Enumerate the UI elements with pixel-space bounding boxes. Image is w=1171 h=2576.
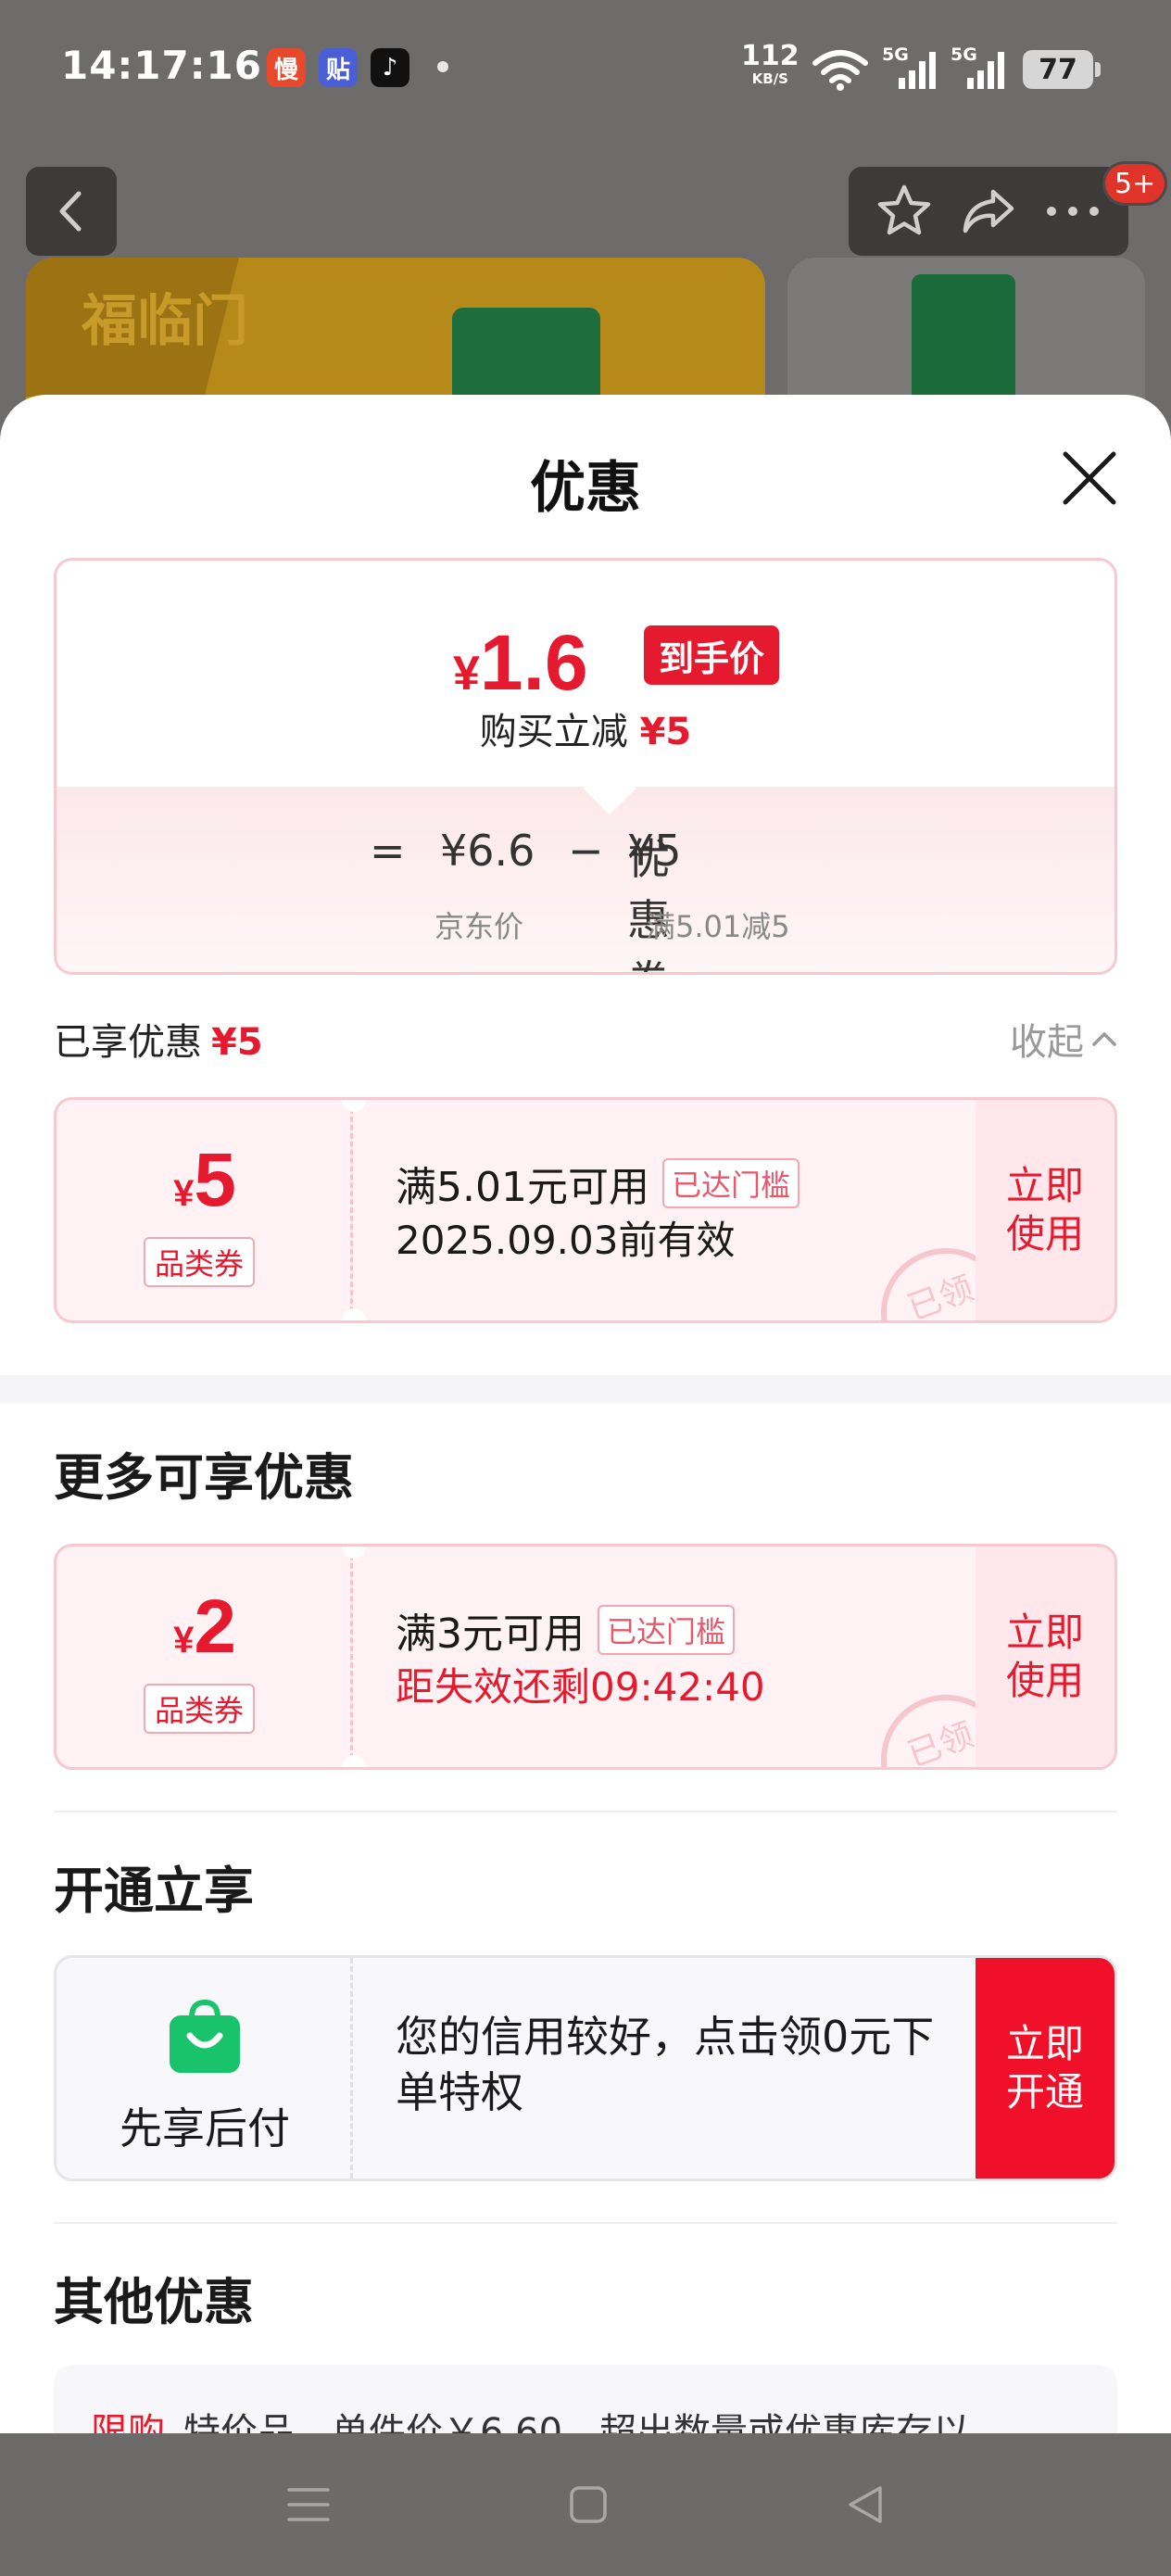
use-now-button[interactable]: 立即 使用 (976, 1547, 1114, 1767)
coupon-card: ¥5 品类券 满5.01元可用 已达门槛 2025.09.03前有效 已领 立即… (54, 1097, 1117, 1323)
coupon-amount: ¥2 (173, 1585, 236, 1669)
activate-now-button[interactable]: 立即 开通 (976, 1958, 1114, 2178)
slow-app-icon: 慢 (267, 48, 306, 87)
instant-cut: 购买立减 ¥5 (479, 711, 692, 753)
coupon-condition: 满3元可用 已达门槛 (396, 1600, 736, 1660)
equals-sign: = (370, 826, 406, 876)
system-nav-bar (0, 2433, 1171, 2576)
home-icon[interactable] (568, 2484, 609, 2525)
chevron-up-icon (1092, 1032, 1116, 1046)
brand-logo: 福临门 (82, 289, 248, 354)
tieba-app-icon: 贴 (319, 48, 358, 87)
open-section-title: 开通立享 (54, 1862, 254, 1920)
coupon-countdown: 距失效还剩09:42:40 (396, 1664, 765, 1710)
final-price-tag: 到手价 (644, 625, 780, 685)
more-discounts-title: 更多可享优惠 (54, 1448, 354, 1507)
back-triangle-icon[interactable] (845, 2484, 886, 2525)
divider (54, 2222, 1117, 2224)
coupon-caption: 满5.01减5 (646, 909, 790, 944)
chevron-left-icon (59, 191, 82, 232)
jd-price: ¥6.6 (440, 826, 535, 876)
other-discount-item[interactable]: 限购 特价品，单件价￥6.60，超出数量或优惠库存以 (54, 2365, 1117, 2433)
tiktok-app-icon: ♪ (371, 48, 409, 87)
coupon-punch (342, 1755, 366, 1767)
enjoyed-discount-row: 已享优惠 ¥5 收起 (54, 1006, 1117, 1064)
share-icon[interactable] (960, 183, 1017, 240)
notification-dot-icon (437, 61, 448, 72)
network-speed: 112 KB/S (741, 40, 800, 87)
wifi-icon (812, 50, 868, 91)
shopping-bag-icon (170, 1999, 240, 2073)
divider (54, 1811, 1117, 1812)
pay-later-description: 您的信用较好，点击领0元下单特权 (396, 2012, 935, 2117)
coupon-card: ¥2 品类券 满3元可用 已达门槛 距失效还剩09:42:40 已领 立即 使用 (54, 1544, 1117, 1770)
coupon-type: 品类券 (144, 1237, 256, 1287)
collapse-button[interactable]: 收起 (1010, 1012, 1117, 1066)
status-bar: 14:17:16 慢 贴 ♪ 112 KB/S 5G 5G 77 (0, 0, 1171, 139)
sheet-title: 优惠 (530, 456, 641, 521)
price-breakdown (57, 787, 1114, 972)
menu-icon[interactable] (285, 2484, 332, 2525)
star-icon[interactable] (875, 183, 933, 240)
pay-later-name: 先享后付 (120, 2103, 290, 2153)
top-action-group (849, 167, 1128, 256)
battery-icon: 77 (1023, 50, 1101, 89)
other-discounts-title: 其他优惠 (54, 2273, 254, 2331)
threshold-tag: 已达门槛 (598, 1605, 736, 1655)
more-icon[interactable] (1044, 202, 1102, 221)
price-summary: ¥1.6 到手价 购买立减 ¥5 = ¥6.6 − 优惠券¥5 京东价 满5.0… (54, 558, 1117, 975)
threshold-tag: 已达门槛 (661, 1158, 800, 1208)
coupon-punch (342, 1308, 366, 1320)
enjoyed-discount: 已享优惠 ¥5 (54, 1021, 263, 1064)
cart-badge: 5+ (1102, 161, 1168, 206)
close-icon[interactable] (1056, 445, 1123, 511)
use-now-button[interactable]: 立即 使用 (976, 1100, 1114, 1320)
back-button[interactable] (26, 167, 117, 256)
coupon-condition: 满5.01元可用 已达门槛 (396, 1154, 800, 1213)
purchase-limit-tag: 限购 (91, 2411, 165, 2433)
status-time: 14:17:16 (61, 43, 262, 88)
coupon-type: 品类券 (144, 1684, 256, 1734)
pay-later-card: 先享后付 您的信用较好，点击领0元下单特权 立即 开通 (54, 1955, 1117, 2181)
discount-sheet: 优惠 ¥1.6 到手价 购买立减 ¥5 = ¥6.6 − 优惠券¥5 京东价 满… (0, 395, 1171, 2433)
other-discount-text: 限购 特价品，单件价￥6.60，超出数量或优惠库存以 (91, 2402, 970, 2433)
jd-price-caption: 京东价 (434, 909, 524, 944)
section-divider (0, 1375, 1171, 1403)
minus-sign: − (568, 826, 604, 876)
coupon-validity: 2025.09.03前有效 (396, 1218, 736, 1263)
coupon-amount: ¥5 (173, 1138, 236, 1222)
final-price: ¥1.6 (453, 619, 588, 706)
